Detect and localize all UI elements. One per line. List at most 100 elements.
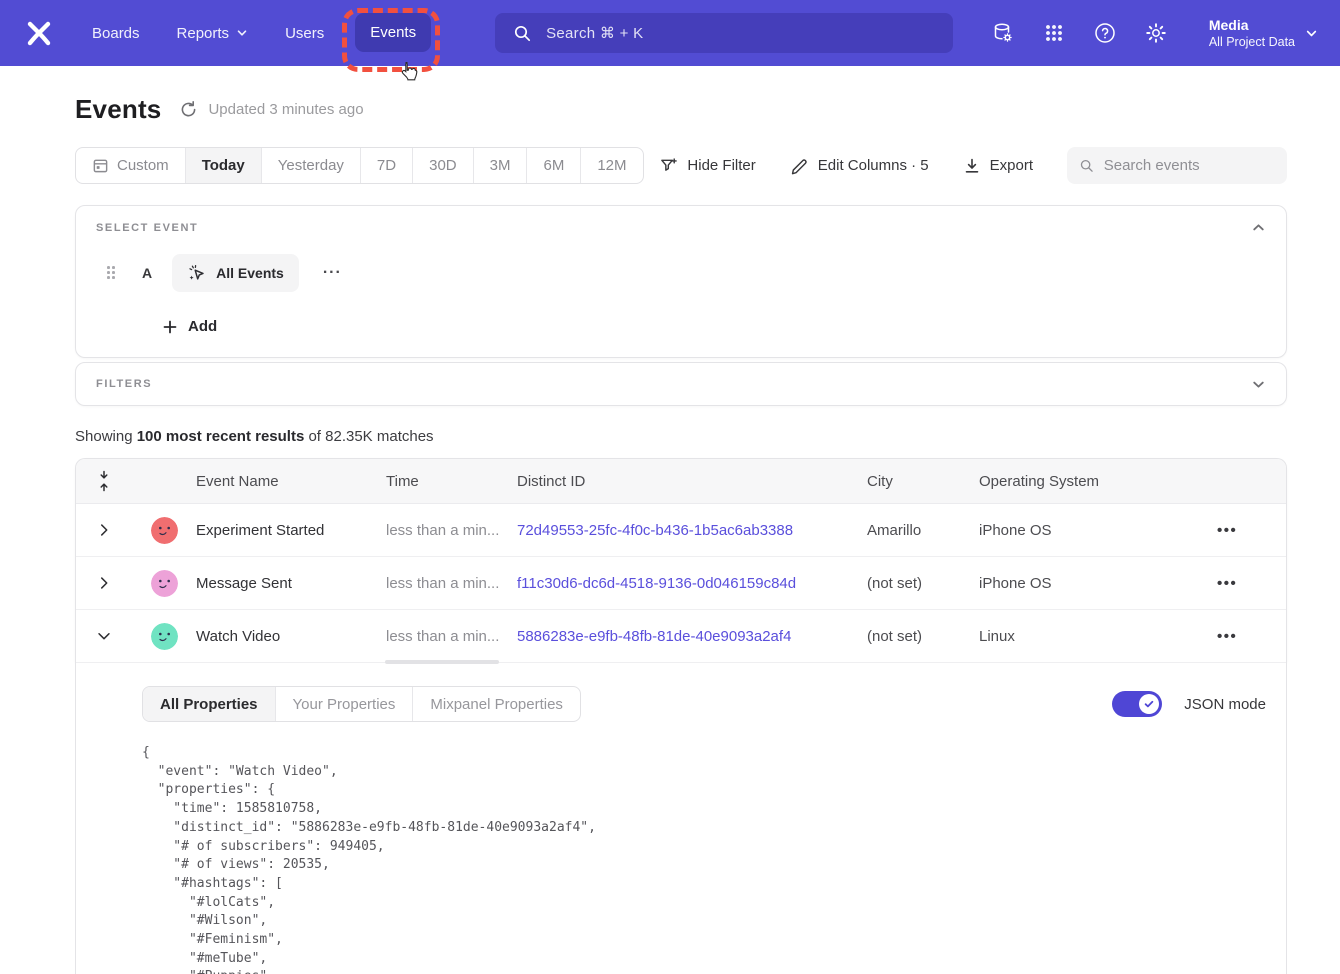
main-content: Events Updated 3 minutes ago Custom Toda… bbox=[0, 66, 1340, 663]
distinct-id-link[interactable]: 72d49553-25fc-4f0c-b436-1b5ac6ab3388 bbox=[517, 522, 867, 539]
add-event-button[interactable]: Add bbox=[162, 318, 217, 335]
date-range-7d[interactable]: 7D bbox=[361, 148, 413, 183]
nav-item-boards[interactable]: Boards bbox=[92, 25, 140, 42]
date-range-yesterday[interactable]: Yesterday bbox=[262, 148, 361, 183]
data-management-icon[interactable] bbox=[991, 21, 1015, 45]
page-header: Events Updated 3 minutes ago bbox=[75, 94, 1287, 125]
detail-toolbar: All Properties Your Properties Mixpanel … bbox=[142, 686, 1266, 722]
help-icon[interactable] bbox=[1093, 21, 1117, 45]
row-expand-icon[interactable] bbox=[89, 621, 119, 651]
date-range-30d[interactable]: 30D bbox=[413, 148, 474, 183]
filters-panel[interactable]: FILTERS bbox=[75, 362, 1287, 406]
calendar-icon bbox=[92, 157, 109, 174]
nav-item-users[interactable]: Users bbox=[285, 25, 324, 42]
date-range-today[interactable]: Today bbox=[186, 148, 262, 183]
row-menu-button[interactable]: ••• bbox=[1209, 624, 1245, 649]
table-row: Experiment Startedless than a min...72d4… bbox=[76, 504, 1286, 557]
os-cell: Linux bbox=[979, 628, 1179, 645]
nav-right-cluster: Media All Project Data bbox=[991, 16, 1318, 50]
export-label: Export bbox=[990, 157, 1033, 174]
click-sparkle-icon bbox=[187, 263, 207, 283]
nav-item-reports[interactable]: Reports bbox=[177, 25, 249, 42]
table-row: Watch Videoless than a min...5886283e-e9… bbox=[76, 610, 1286, 663]
event-row-letter: A bbox=[142, 265, 152, 281]
search-icon bbox=[513, 24, 532, 43]
project-name: Media bbox=[1209, 16, 1295, 34]
nav-item-events[interactable]: Events bbox=[355, 13, 431, 52]
date-range-6m[interactable]: 6M bbox=[527, 148, 581, 183]
project-scope: All Project Data bbox=[1209, 34, 1295, 50]
search-events-input[interactable] bbox=[1104, 157, 1275, 174]
event-avatar bbox=[151, 570, 178, 597]
mixpanel-logo-icon[interactable] bbox=[22, 16, 56, 50]
results-prefix: Showing bbox=[75, 428, 137, 445]
event-select-label: All Events bbox=[216, 265, 284, 281]
event-time-cell: less than a min... bbox=[386, 522, 517, 539]
col-header-time[interactable]: Time bbox=[386, 473, 517, 490]
os-cell: iPhone OS bbox=[979, 575, 1179, 592]
os-cell: iPhone OS bbox=[979, 522, 1179, 539]
refresh-icon[interactable] bbox=[179, 100, 198, 119]
tab-mixpanel-properties[interactable]: Mixpanel Properties bbox=[413, 687, 580, 721]
json-mode-toggle[interactable] bbox=[1112, 691, 1162, 717]
col-header-distinct-id[interactable]: Distinct ID bbox=[517, 473, 867, 490]
results-suffix: of 82.35K matches bbox=[304, 428, 433, 445]
date-range-control: Custom Today Yesterday 7D 30D 3M 6M 12M bbox=[75, 147, 644, 184]
tab-your-properties[interactable]: Your Properties bbox=[276, 687, 414, 721]
settings-icon[interactable] bbox=[1144, 21, 1168, 45]
collapse-all-rows-icon[interactable] bbox=[89, 466, 119, 496]
edit-columns-button[interactable]: Edit Columns · 5 bbox=[790, 156, 929, 175]
check-icon bbox=[1143, 698, 1155, 710]
distinct-id-link[interactable]: f11c30d6-dc6d-4518-9136-0d046159c84d bbox=[517, 575, 867, 592]
project-selector[interactable]: Media All Project Data bbox=[1209, 16, 1318, 50]
col-header-event-name[interactable]: Event Name bbox=[196, 473, 386, 490]
chevron-down-icon bbox=[236, 27, 248, 39]
export-button[interactable]: Export bbox=[963, 157, 1033, 175]
event-avatar bbox=[151, 623, 178, 650]
distinct-id-link[interactable]: 5886283e-e9fb-48fb-81de-40e9093a2af4 bbox=[517, 628, 867, 645]
primary-nav: Boards Reports Users Events bbox=[92, 24, 431, 42]
date-range-12m[interactable]: 12M bbox=[581, 148, 642, 183]
event-time-cell: less than a min... bbox=[386, 575, 517, 592]
expand-panel-icon[interactable] bbox=[1251, 377, 1266, 392]
event-selector-row: A All Events ··· bbox=[96, 254, 1262, 292]
global-search-text: Search ⌘ + K bbox=[546, 24, 643, 42]
hide-filter-button[interactable]: Hide Filter bbox=[659, 156, 755, 175]
col-header-city[interactable]: City bbox=[867, 473, 979, 490]
apps-grid-icon[interactable] bbox=[1042, 21, 1066, 45]
event-name-cell: Experiment Started bbox=[196, 522, 386, 539]
row-menu-button[interactable]: ••• bbox=[1209, 518, 1245, 543]
results-count: 100 most recent results bbox=[137, 428, 305, 445]
row-expand-icon[interactable] bbox=[89, 515, 119, 545]
collapse-panel-icon[interactable] bbox=[1251, 220, 1266, 235]
event-more-options-button[interactable]: ··· bbox=[317, 260, 348, 286]
date-range-3m[interactable]: 3M bbox=[474, 148, 528, 183]
row-expand-icon[interactable] bbox=[89, 568, 119, 598]
results-summary: Showing 100 most recent results of 82.35… bbox=[75, 428, 1287, 445]
date-range-custom[interactable]: Custom bbox=[76, 148, 186, 183]
pencil-icon bbox=[790, 156, 809, 175]
table-body: Experiment Startedless than a min...72d4… bbox=[76, 504, 1286, 663]
row-menu-button[interactable]: ••• bbox=[1209, 571, 1245, 596]
hide-filter-label: Hide Filter bbox=[687, 157, 755, 174]
page-title: Events bbox=[75, 94, 161, 125]
horizontal-scrollbar-thumb[interactable] bbox=[385, 660, 499, 664]
nav-item-reports-label: Reports bbox=[177, 25, 230, 42]
tab-all-properties[interactable]: All Properties bbox=[143, 687, 276, 721]
events-table: Event Name Time Distinct ID City Operati… bbox=[75, 458, 1287, 663]
plus-icon bbox=[162, 319, 178, 335]
controls-row: Custom Today Yesterday 7D 30D 3M 6M 12M … bbox=[75, 147, 1287, 184]
json-mode-control: JSON mode bbox=[1112, 691, 1266, 717]
city-cell: (not set) bbox=[867, 575, 979, 592]
col-header-os[interactable]: Operating System bbox=[979, 473, 1179, 490]
date-range-custom-label: Custom bbox=[117, 157, 169, 174]
event-select-button[interactable]: All Events bbox=[172, 254, 299, 292]
city-cell: Amarillo bbox=[867, 522, 979, 539]
search-events-box bbox=[1067, 147, 1287, 184]
event-time-cell: less than a min... bbox=[386, 628, 517, 645]
nav-item-events-wrap: Events bbox=[355, 24, 431, 42]
drag-handle-icon[interactable] bbox=[107, 266, 116, 280]
properties-tabs: All Properties Your Properties Mixpanel … bbox=[142, 686, 581, 722]
global-search[interactable]: Search ⌘ + K bbox=[495, 13, 953, 53]
select-event-panel: SELECT EVENT A All Events ··· bbox=[75, 205, 1287, 358]
